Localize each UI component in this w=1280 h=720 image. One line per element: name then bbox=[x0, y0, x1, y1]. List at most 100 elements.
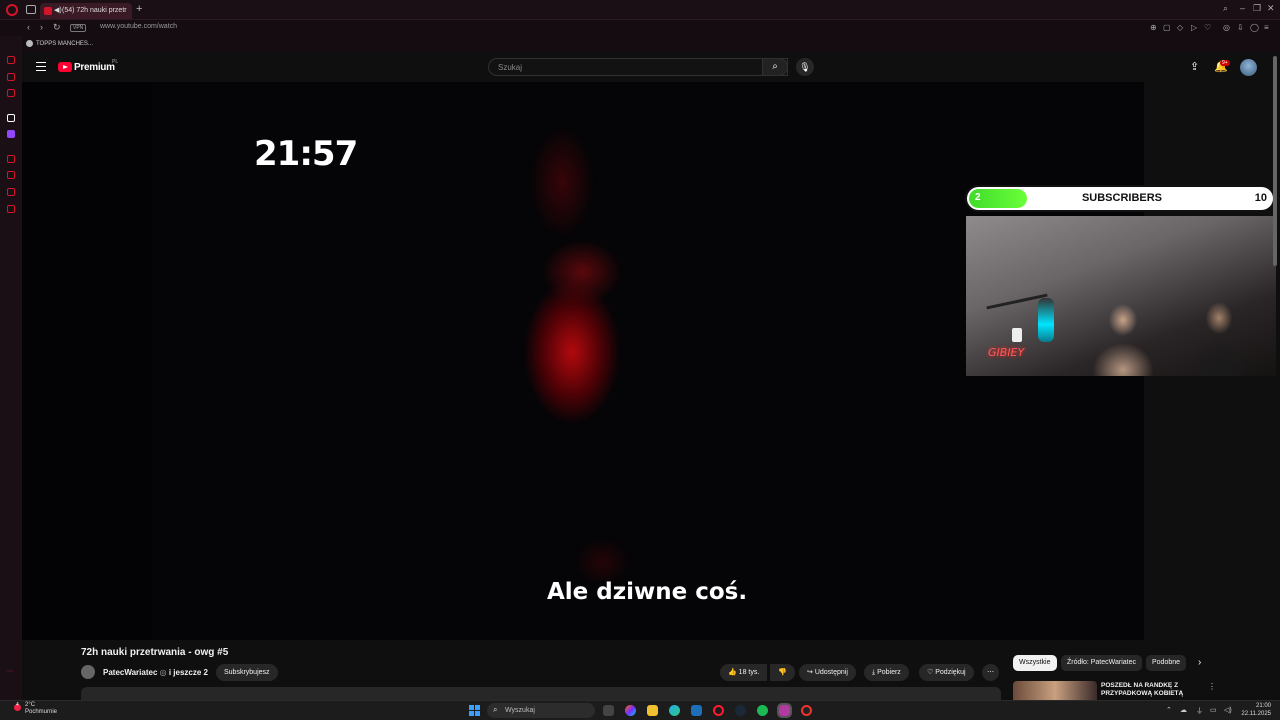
windows-start-icon[interactable] bbox=[469, 705, 480, 716]
channel-avatar[interactable] bbox=[81, 665, 95, 679]
sidebar-messenger-icon[interactable] bbox=[7, 73, 15, 81]
account-icon[interactable]: ◯ bbox=[1250, 23, 1259, 32]
vpn-badge[interactable]: VPN bbox=[70, 24, 87, 32]
shield-icon[interactable]: ◇ bbox=[1177, 23, 1183, 32]
weather-temp: 2°C bbox=[25, 702, 36, 708]
search-placeholder: Szukaj bbox=[498, 63, 523, 72]
youtube-logo-text[interactable]: Premium bbox=[74, 62, 115, 73]
clock-date: 22.11.2025 bbox=[1241, 711, 1271, 717]
youtube-logo-icon[interactable] bbox=[58, 62, 72, 72]
youtube-favicon-icon bbox=[44, 7, 52, 15]
sidebar-twitch-icon[interactable] bbox=[7, 130, 15, 138]
steam-icon[interactable] bbox=[735, 705, 746, 716]
sidebar-settings-icon[interactable] bbox=[7, 205, 15, 213]
extensions-icon[interactable]: ◎ bbox=[1223, 23, 1230, 32]
hamburger-menu-icon[interactable] bbox=[36, 62, 46, 71]
snapshot-icon[interactable]: ▢ bbox=[1163, 23, 1171, 32]
like-button[interactable]: 👍 18 tys. bbox=[720, 664, 768, 681]
sidebar-more-icon[interactable]: ⋯ bbox=[7, 668, 15, 676]
speaker-icon[interactable]: ◀) bbox=[54, 6, 62, 14]
search-input[interactable]: Szukaj ⌨ bbox=[488, 58, 788, 76]
reload-button[interactable]: ↻ bbox=[53, 22, 61, 33]
thanks-button[interactable]: ♡ Podziękuj bbox=[919, 664, 974, 681]
app-icon[interactable] bbox=[801, 705, 812, 716]
webcam-overlay: GIBIEY bbox=[966, 216, 1276, 376]
tray-network-icon[interactable]: ▭ bbox=[1210, 706, 1217, 714]
sidebar-bookmarks-icon[interactable] bbox=[7, 188, 15, 196]
maximize-button[interactable]: ❐ bbox=[1253, 3, 1261, 14]
pin-icon[interactable]: ⊕ bbox=[1150, 23, 1157, 32]
file-explorer-icon[interactable] bbox=[647, 705, 658, 716]
upload-icon[interactable]: ⇪ bbox=[1190, 60, 1199, 73]
verified-icon: ◎ bbox=[159, 668, 167, 677]
tray-usb-icon[interactable]: ⏚ bbox=[1196, 706, 1203, 716]
video-face-image bbox=[492, 122, 692, 582]
task-view-icon[interactable] bbox=[603, 705, 614, 716]
sidebar-player-icon[interactable] bbox=[7, 155, 15, 163]
sidebar-history-icon[interactable] bbox=[7, 171, 15, 179]
back-button[interactable]: ‹ bbox=[27, 22, 30, 32]
taskbar-search-placeholder: Wyszukaj bbox=[505, 707, 535, 714]
avatar[interactable] bbox=[1240, 59, 1257, 76]
bookmarks-bar: TOPPS MANCHES... bbox=[0, 36, 1280, 52]
bookmark-item[interactable]: TOPPS MANCHES... bbox=[26, 40, 93, 47]
search-button[interactable]: ⌕ bbox=[762, 58, 788, 76]
url-field[interactable]: www.youtube.com/watch bbox=[100, 23, 177, 30]
subscribe-button[interactable]: Subskrybujesz bbox=[216, 664, 278, 681]
minimize-button[interactable]: – bbox=[1240, 3, 1245, 13]
close-window-button[interactable]: ✕ bbox=[1267, 3, 1275, 14]
description-box[interactable] bbox=[81, 687, 1001, 700]
menu-icon[interactable]: ≡ bbox=[1264, 23, 1269, 32]
dislike-button[interactable]: 👎 bbox=[770, 664, 795, 681]
forward-button[interactable]: › bbox=[40, 22, 43, 32]
copilot-icon[interactable] bbox=[625, 705, 636, 716]
recommendation-thumbnail[interactable] bbox=[1013, 681, 1097, 700]
recommendation-title[interactable]: POSZEDŁ NA RANDKĘ Z PRZYPADKOWĄ KOBIETĄ bbox=[1101, 682, 1201, 698]
tray-chevron-icon[interactable]: ⌃ bbox=[1166, 706, 1172, 714]
tray-volume-icon[interactable]: ◁) bbox=[1224, 706, 1232, 714]
share-button[interactable]: ↪ Udostępnij bbox=[799, 664, 856, 681]
subscriber-label: SUBSCRIBERS bbox=[1081, 192, 1163, 204]
weather-widget[interactable]: 2°C Pochmurnie bbox=[25, 702, 57, 716]
taskbar-clock[interactable]: 21:00 22.11.2025 bbox=[1241, 702, 1271, 718]
download-button[interactable]: ⤓ Pobierz bbox=[864, 664, 909, 681]
cup-image bbox=[1012, 328, 1022, 342]
thumb-up-icon: 👍 bbox=[728, 669, 737, 676]
search-tabs-icon[interactable]: ⌕ bbox=[1223, 3, 1228, 14]
download-icon[interactable]: ⇩ bbox=[1237, 23, 1244, 32]
weather-desc: Pochmurnie bbox=[25, 709, 58, 715]
chip-all[interactable]: Wszystkie bbox=[1013, 655, 1057, 671]
clock-overlay: 21:57 bbox=[254, 134, 358, 174]
recommendation-menu-icon[interactable]: ⋮ bbox=[1208, 682, 1216, 691]
microphone-image bbox=[1038, 298, 1054, 342]
chip-next-icon[interactable]: › bbox=[1192, 655, 1207, 671]
chip-source[interactable]: Źródło: PatecWariatec bbox=[1061, 655, 1142, 671]
opera-gx-icon[interactable] bbox=[777, 703, 792, 718]
browser-tab[interactable]: ◀) (54) 72h nauki przetr bbox=[40, 3, 132, 19]
edge-icon[interactable] bbox=[669, 705, 680, 716]
spotify-icon[interactable] bbox=[757, 705, 768, 716]
sidebar-whatsapp-icon[interactable] bbox=[7, 89, 15, 97]
tab-islands-icon[interactable] bbox=[26, 5, 36, 14]
new-tab-button[interactable]: + bbox=[136, 3, 142, 15]
channel-name[interactable]: PatecWariatec ◎ i jeszcze 2 bbox=[103, 668, 208, 677]
more-actions-button[interactable]: ⋯ bbox=[982, 664, 999, 681]
microphone-icon[interactable]: 🎙 bbox=[796, 58, 814, 76]
play-icon[interactable]: ▷ bbox=[1191, 23, 1197, 32]
opera-logo-icon[interactable] bbox=[6, 4, 18, 16]
windows-taskbar: 4 2°C Pochmurnie ⌕ Wyszukaj ⌃ ☁ ⏚ ▭ ◁) 2… bbox=[0, 700, 1280, 720]
region-label: PL bbox=[112, 59, 119, 65]
sidebar-tiktok-icon[interactable] bbox=[7, 114, 15, 122]
sidebar-aria-icon[interactable] bbox=[7, 56, 15, 64]
opera-sidebar: ⋯ bbox=[0, 36, 22, 700]
opera-taskbar-icon[interactable] bbox=[713, 705, 724, 716]
download-icon: ⤓ bbox=[872, 669, 876, 676]
heart-icon[interactable]: ♡ bbox=[1204, 23, 1211, 32]
page-scrollbar[interactable] bbox=[1273, 56, 1277, 266]
tray-cloud-icon[interactable]: ☁ bbox=[1180, 706, 1187, 714]
browser-tabbar: ◀) (54) 72h nauki przetr + ⌕ – ❐ ✕ bbox=[0, 0, 1280, 20]
store-icon[interactable] bbox=[691, 705, 702, 716]
taskbar-search-input[interactable]: ⌕ Wyszukaj bbox=[487, 703, 595, 718]
youtube-header: Premium PL Szukaj ⌨ ⌕ 🎙 ⇪ 🔔 9+ bbox=[22, 52, 1280, 82]
chip-related[interactable]: Podobne bbox=[1146, 655, 1187, 671]
